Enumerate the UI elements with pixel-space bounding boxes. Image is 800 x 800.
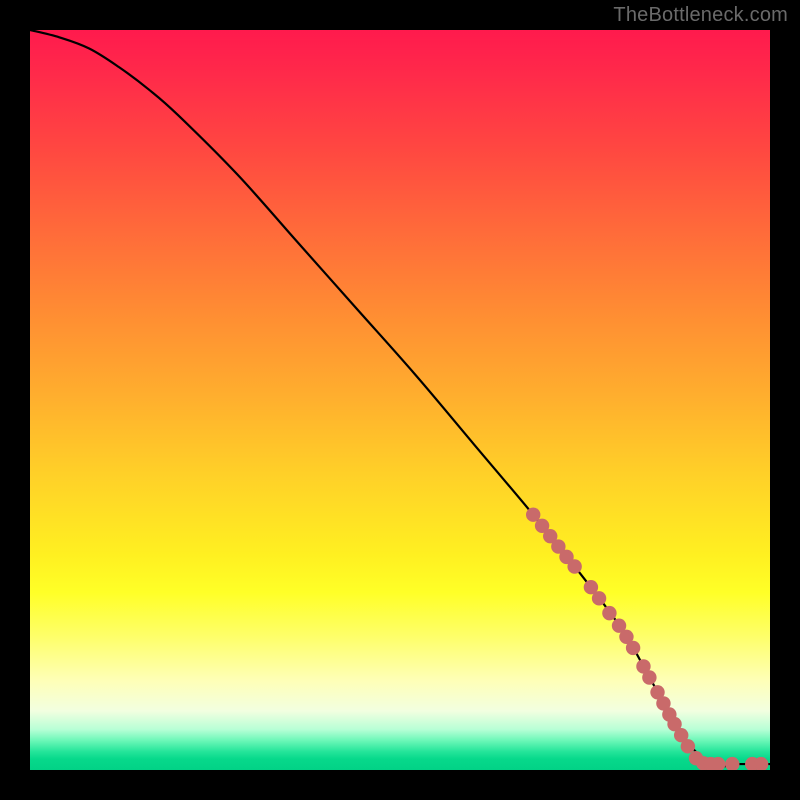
marker-group bbox=[526, 508, 768, 771]
marker-point bbox=[725, 757, 739, 770]
watermark-text: TheBottleneck.com bbox=[613, 4, 788, 27]
marker-point bbox=[567, 559, 581, 573]
plot-area bbox=[30, 30, 770, 770]
marker-point bbox=[642, 670, 656, 684]
bottleneck-curve bbox=[30, 30, 770, 767]
marker-point bbox=[626, 641, 640, 655]
marker-point bbox=[602, 606, 616, 620]
chart-svg bbox=[30, 30, 770, 770]
marker-point bbox=[592, 591, 606, 605]
marker-point bbox=[681, 739, 695, 753]
